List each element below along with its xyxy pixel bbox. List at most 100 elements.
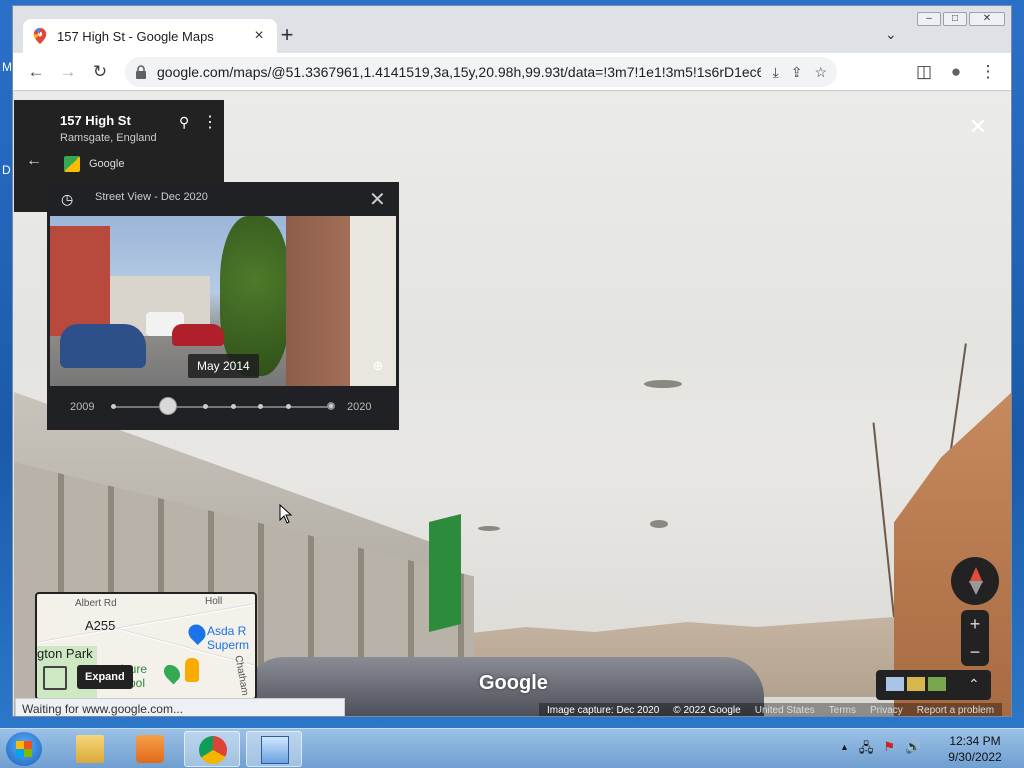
- street-lamp: [478, 526, 500, 531]
- side-panel-icon[interactable]: ◫: [911, 59, 937, 85]
- back-button[interactable]: ←: [23, 59, 49, 85]
- tab-google-maps[interactable]: 157 High St - Google Maps ×: [23, 19, 277, 53]
- timeline-stop[interactable]: [231, 404, 236, 409]
- windows-logo-icon: [16, 741, 32, 757]
- media-player-icon: [136, 735, 164, 763]
- timeline-slider-handle[interactable]: [158, 397, 177, 415]
- google-watermark: Google: [479, 672, 548, 694]
- clock[interactable]: 12:34 PM 9/30/2022: [935, 733, 1015, 765]
- address-bar[interactable]: google.com/maps/@51.3367961,1.4141519,3a…: [125, 57, 837, 87]
- zoom-in-button[interactable]: +: [961, 610, 989, 638]
- time-travel-panel: ◷ Street View - Dec 2020 ✕ May 2014 ⊕ 20…: [47, 182, 399, 430]
- desktop-text-fragment: M: [2, 60, 12, 74]
- forward-button[interactable]: →: [55, 59, 81, 85]
- image-source-label: Google: [89, 158, 125, 170]
- timeline-end-year: 2020: [347, 401, 372, 413]
- start-button[interactable]: [6, 732, 42, 766]
- desktop-text-fragment: D: [2, 163, 11, 177]
- layer-thumbnail[interactable]: [928, 677, 946, 691]
- terms-link[interactable]: Terms: [829, 705, 856, 716]
- zoom-out-button[interactable]: −: [961, 638, 989, 666]
- timeline-track[interactable]: [113, 406, 331, 408]
- timeline-slider[interactable]: 2009 2020: [47, 388, 399, 426]
- park-label: gton Park: [37, 646, 93, 661]
- timeline-stop[interactable]: [258, 404, 263, 409]
- close-time-travel-icon[interactable]: ✕: [369, 187, 386, 212]
- historical-preview-image[interactable]: May 2014 ⊕: [50, 216, 396, 386]
- taskbar: ▲ 🖧 ⚑ 🔊 12:34 PM 9/30/2022: [0, 728, 1024, 768]
- minimize-button[interactable]: –: [917, 12, 941, 26]
- google-maps-favicon-icon: [33, 28, 47, 44]
- profile-avatar-icon[interactable]: ●: [943, 59, 969, 85]
- clock-date: 9/30/2022: [948, 750, 1002, 764]
- action-center-flag-icon[interactable]: ⚑: [883, 739, 895, 761]
- chevron-up-icon[interactable]: ⌃: [968, 676, 980, 693]
- volume-icon[interactable]: 🔊: [905, 739, 921, 761]
- bookmark-star-icon[interactable]: ☆: [814, 64, 827, 81]
- map-footer: Image capture: Dec 2020 © 2022 Google Un…: [539, 703, 1003, 716]
- chrome-taskbar-button[interactable]: [184, 731, 240, 767]
- pegman-icon[interactable]: [185, 658, 199, 682]
- media-player-taskbar-button[interactable]: [122, 731, 178, 767]
- place-title[interactable]: 157 High St: [60, 113, 131, 128]
- timeline-stop[interactable]: [111, 404, 116, 409]
- control-panel-icon: [261, 736, 289, 764]
- expand-tooltip: Expand: [77, 665, 133, 689]
- privacy-link[interactable]: Privacy: [870, 705, 903, 716]
- browser-window: 157 High St - Google Maps × + ⌄ – □ ✕ ← …: [12, 5, 1012, 717]
- street-lamp: [644, 380, 682, 388]
- history-icon[interactable]: ◷: [61, 191, 73, 208]
- lock-icon[interactable]: [135, 65, 147, 79]
- mini-map[interactable]: Albert Rd A255 Holl Chatham gton Park As…: [35, 592, 257, 700]
- chrome-icon: [199, 736, 227, 764]
- layer-thumbnail[interactable]: [907, 677, 925, 691]
- chrome-menu-icon[interactable]: ⋮: [975, 59, 1001, 85]
- preview-car: [172, 324, 224, 346]
- close-street-view-button[interactable]: ✕: [966, 116, 990, 138]
- network-icon[interactable]: 🖧: [859, 739, 874, 761]
- install-icon[interactable]: ⤓: [773, 64, 779, 81]
- expand-map-icon[interactable]: [43, 666, 67, 690]
- zoom-in-icon[interactable]: ⊕: [366, 354, 390, 378]
- road-label: A255: [85, 618, 116, 633]
- back-arrow-icon[interactable]: ←: [26, 152, 42, 170]
- compass-south-icon: [969, 581, 983, 595]
- tab-close-icon[interactable]: ×: [251, 27, 267, 45]
- show-hidden-icons-icon[interactable]: ▲: [840, 739, 849, 761]
- system-tray: ▲ 🖧 ⚑ 🔊: [840, 739, 921, 761]
- compass-control[interactable]: [951, 557, 999, 605]
- timeline-stop[interactable]: [203, 404, 208, 409]
- map-pin-icon[interactable]: ⚲: [179, 114, 189, 131]
- share-icon[interactable]: ⇪: [791, 64, 803, 81]
- time-travel-title: Street View - Dec 2020: [95, 191, 208, 203]
- country-link[interactable]: United States: [755, 705, 815, 716]
- control-panel-taskbar-button[interactable]: [246, 731, 302, 767]
- file-explorer-taskbar-button[interactable]: [62, 731, 118, 767]
- report-problem-link[interactable]: Report a problem: [917, 705, 994, 716]
- maximize-button[interactable]: □: [943, 12, 967, 26]
- street-view-page[interactable]: ✕ ← 157 High St Ramsgate, England Google…: [14, 92, 1011, 716]
- url-text[interactable]: google.com/maps/@51.3367961,1.4141519,3a…: [157, 64, 761, 80]
- copyright: © 2022 Google: [673, 705, 741, 716]
- asda-store-sign: [429, 514, 461, 632]
- close-window-button[interactable]: ✕: [969, 12, 1005, 26]
- new-tab-button[interactable]: +: [275, 24, 299, 48]
- preview-brick-wall: [286, 216, 350, 386]
- place-subtitle: Ramsgate, England: [60, 132, 157, 144]
- more-options-icon[interactable]: ⋮: [202, 112, 218, 132]
- poi-label[interactable]: Asda R Superm: [207, 624, 249, 652]
- zoom-control: + −: [961, 610, 989, 666]
- reload-button[interactable]: ↻: [87, 59, 113, 85]
- timeline-stop[interactable]: [286, 404, 291, 409]
- layer-thumbnail[interactable]: [886, 677, 904, 691]
- preview-date-label: May 2014: [188, 354, 259, 378]
- browser-toolbar: ← → ↻ google.com/maps/@51.3367961,1.4141…: [13, 53, 1011, 91]
- tab-strip: 157 High St - Google Maps × + ⌄ – □ ✕: [13, 6, 1011, 53]
- google-maps-icon: [64, 156, 80, 172]
- preview-building: [50, 226, 110, 336]
- tab-search-icon[interactable]: ⌄: [885, 26, 897, 43]
- timeline-stop-current[interactable]: [327, 402, 335, 410]
- imagery-layers-control[interactable]: ⌃: [876, 670, 991, 700]
- time-travel-header: ◷ Street View - Dec 2020 ✕: [47, 182, 399, 214]
- poi-pin-icon: [160, 661, 184, 685]
